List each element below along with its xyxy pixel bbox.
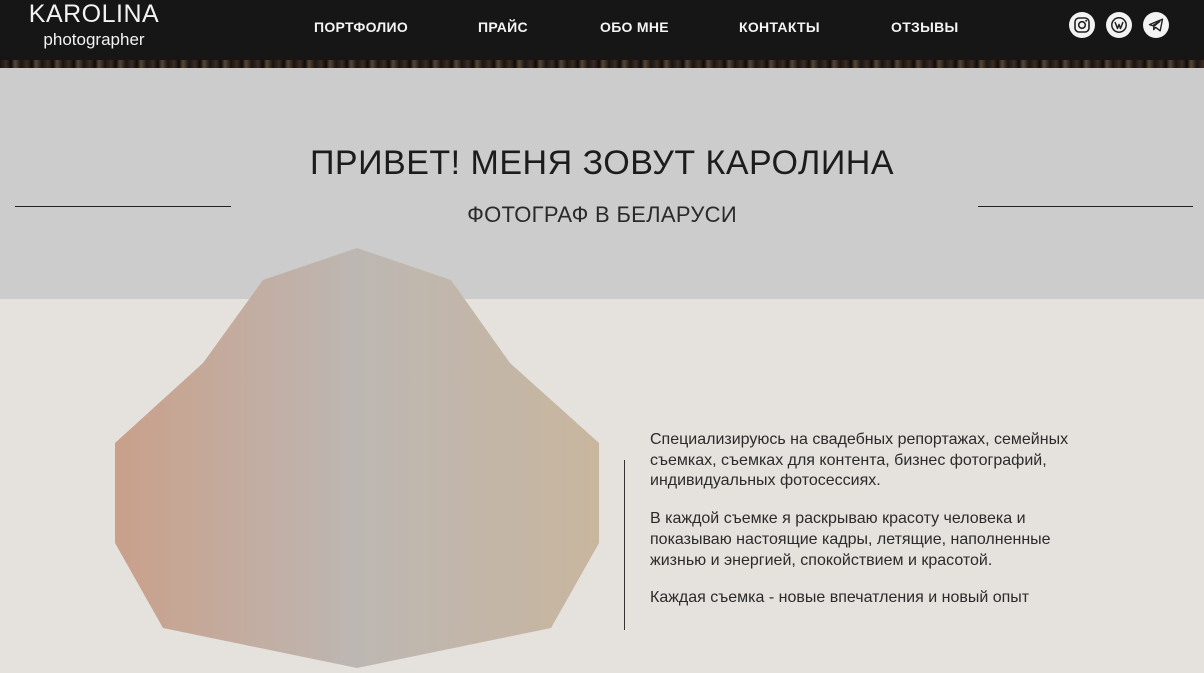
bio-paragraph: Каждая съемка - новые впечатления и новы… — [650, 589, 1030, 607]
telegram-link[interactable] — [1143, 12, 1169, 38]
telegram-icon — [1148, 18, 1164, 32]
logo-subtitle: photographer — [43, 30, 145, 49]
instagram-icon — [1074, 17, 1090, 33]
hero-subtitle: ФОТОГРАФ В БЕЛАРУСИ — [467, 202, 737, 227]
vk-link[interactable] — [1106, 12, 1132, 38]
logo-name: KAROLINA — [28, 0, 160, 28]
vk-icon — [1111, 17, 1127, 33]
nav-reviews[interactable]: ОТЗЫВЫ — [891, 19, 959, 35]
bio-text: Специализируюсь на свадебных репортажах,… — [650, 430, 1090, 626]
bio-paragraph: Специализируюсь на свадебных репортажах,… — [650, 431, 1069, 490]
site-header: KAROLINA photographer ПОРТФОЛИО ПРАЙС ОБ… — [0, 0, 1204, 60]
bio-divider — [624, 460, 625, 630]
header-photo-strip — [0, 60, 1204, 68]
hero-title: ПРИВЕТ! МЕНЯ ЗОВУТ КАРОЛИНА — [309, 144, 895, 182]
logo[interactable]: KAROLINA photographer — [28, 0, 160, 50]
nav-portfolio[interactable]: ПОРТФОЛИО — [314, 19, 408, 35]
bio-paragraph: В каждой съемке я раскрываю красоту чело… — [650, 510, 1051, 569]
nav-contacts[interactable]: КОНТАКТЫ — [739, 19, 820, 35]
portrait-photo — [115, 248, 599, 668]
nav-price[interactable]: ПРАЙС — [478, 19, 528, 35]
instagram-link[interactable] — [1069, 12, 1095, 38]
nav-about[interactable]: ОБО МНЕ — [600, 19, 669, 35]
